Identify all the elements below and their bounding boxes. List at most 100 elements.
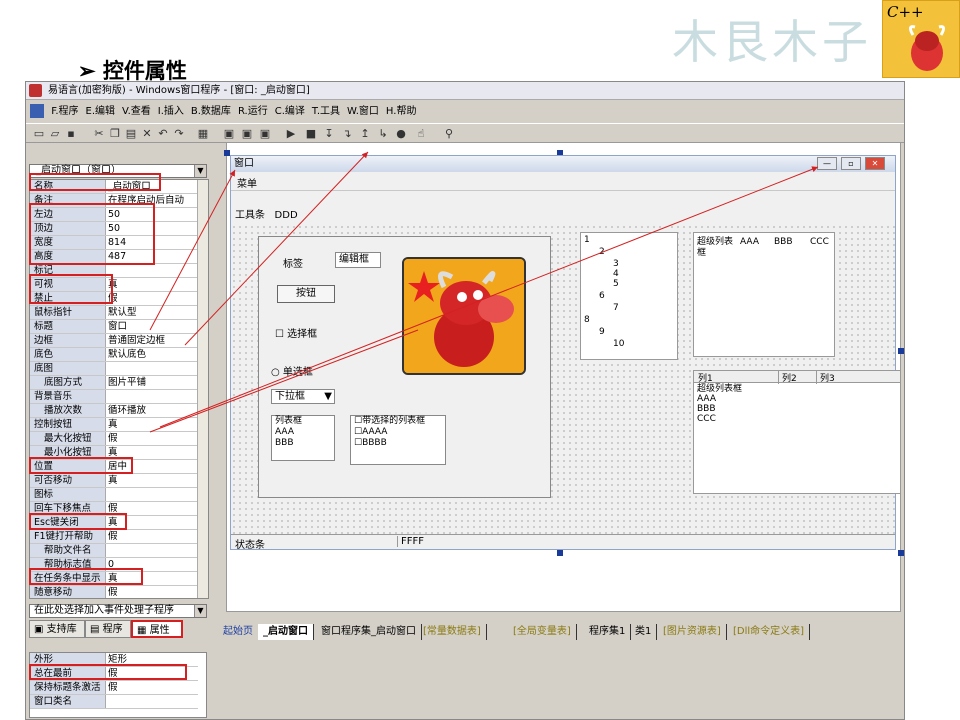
file-tab[interactable]: [图片资源表] — [658, 624, 727, 640]
menu-database[interactable]: B.数据库 — [191, 106, 231, 117]
property-value[interactable]: 默认型 — [108, 306, 198, 319]
property-value[interactable]: 默认底色 — [108, 348, 198, 361]
tree-node[interactable]: 10 — [613, 339, 624, 349]
tree-node[interactable]: 1 — [584, 235, 590, 245]
tree-node[interactable]: 9 — [599, 327, 605, 337]
list-item[interactable]: CCC — [697, 414, 742, 424]
tree-node[interactable]: 8 — [584, 315, 590, 325]
tree-node[interactable]: 2 — [599, 247, 605, 257]
maximize-icon[interactable]: ▫ — [841, 157, 861, 170]
property-row[interactable]: 图标 — [30, 488, 198, 502]
form-menu[interactable]: 菜单 — [237, 175, 257, 190]
menu-insert[interactable]: I.插入 — [158, 106, 184, 117]
tree-node[interactable]: 4 — [613, 269, 619, 279]
property-row[interactable]: 底色 默认底色 — [30, 348, 198, 362]
tree-node[interactable]: 3 — [613, 259, 619, 269]
button-control[interactable]: 按钮 — [277, 285, 335, 303]
file-tab[interactable]: _启动窗口 — [258, 624, 314, 640]
menu-help[interactable]: H.帮助 — [386, 106, 417, 117]
layout1-icon[interactable]: ▣ — [222, 127, 236, 140]
property-row[interactable]: 播放次数 循环播放 — [30, 404, 198, 418]
property-value[interactable]: 假 — [108, 432, 198, 445]
radio-control[interactable]: ○ 单选框 — [271, 363, 313, 378]
open-icon[interactable]: ▱ — [48, 127, 62, 140]
tab-program[interactable]: ▤ 程序 — [85, 620, 131, 638]
tree-node[interactable]: 7 — [613, 303, 619, 313]
label-control[interactable]: 标签 — [283, 255, 303, 270]
chevron-down-icon[interactable]: ▼ — [194, 605, 206, 617]
property-row[interactable]: 帮助文件名 — [30, 544, 198, 558]
property-row[interactable]: 保持标题条激活假 — [30, 681, 198, 695]
property-row[interactable]: 背景音乐 — [30, 390, 198, 404]
checkbox-control[interactable]: ☐ 选择框 — [275, 325, 317, 340]
file-tab[interactable]: 窗口程序集_启动窗口 — [316, 624, 422, 640]
list-item[interactable]: 超级列表框 — [697, 384, 742, 394]
super-list-box[interactable]: 超级列表框 AAA BBB CCC — [693, 232, 835, 357]
list-item[interactable]: AAA — [697, 394, 742, 404]
property-value[interactable]: 假 — [108, 530, 198, 543]
file-tab[interactable]: 程序集1 — [584, 624, 632, 640]
file-tab[interactable]: [全局变量表] — [508, 624, 577, 640]
step-icon[interactable]: ↧ — [322, 127, 336, 140]
property-row[interactable]: 标题 窗口 — [30, 320, 198, 334]
resize-handle[interactable] — [557, 550, 563, 556]
redo-icon[interactable]: ↷ — [172, 127, 186, 140]
run-to-icon[interactable]: ↳ — [376, 127, 390, 140]
edit-box[interactable]: 编辑框 — [335, 252, 381, 268]
tree-node[interactable]: 6 — [599, 291, 605, 301]
property-value[interactable]: 真 — [108, 418, 198, 431]
tab-library[interactable]: ▣ 支持库 — [29, 620, 85, 638]
tree-node[interactable]: 5 — [613, 279, 619, 289]
layout3-icon[interactable]: ▣ — [258, 127, 272, 140]
minimize-icon[interactable]: — — [817, 157, 837, 170]
cut-icon[interactable]: ✂ — [92, 127, 106, 140]
column-header[interactable]: 列1 — [698, 371, 713, 384]
property-row[interactable]: 可否移动真 — [30, 474, 198, 488]
save-icon[interactable]: ▪ — [64, 127, 78, 140]
find-icon[interactable]: ▦ — [196, 127, 210, 140]
menu-edit[interactable]: E.编辑 — [86, 106, 116, 117]
property-row[interactable]: 随意移动假 — [30, 586, 198, 598]
menu-window[interactable]: W.窗口 — [347, 106, 379, 117]
menu-tools[interactable]: T.工具 — [312, 106, 340, 117]
paste-icon[interactable]: ▤ — [124, 127, 138, 140]
resize-handle[interactable] — [898, 550, 904, 556]
column-header[interactable]: 列3 — [816, 371, 835, 384]
step-out-icon[interactable]: ↥ — [358, 127, 372, 140]
form-window[interactable]: 窗口 — ▫ ✕ 菜单 工具条 DDD 标签 编辑框 按钮 ☐ 选择框 ○ 单选… — [230, 155, 901, 551]
column-header[interactable]: 列2 — [778, 371, 797, 384]
list-item[interactable]: BBB — [697, 404, 742, 414]
property-value[interactable]: 窗口 — [108, 320, 198, 333]
picture-box[interactable] — [402, 257, 526, 375]
property-value[interactable]: 真 — [108, 278, 198, 291]
form-toolbar[interactable]: 工具条 DDD — [235, 206, 298, 221]
property-row[interactable]: 鼠标指针 默认型 — [30, 306, 198, 320]
chevron-down-icon[interactable]: ▼ — [324, 390, 332, 403]
property-scrollbar[interactable] — [197, 180, 208, 598]
step-into-icon[interactable]: ↴ — [340, 127, 354, 140]
delete-icon[interactable]: ✕ — [140, 127, 154, 140]
property-value[interactable]: 普通固定边框 — [108, 334, 198, 347]
resize-handle[interactable] — [898, 348, 904, 354]
layout2-icon[interactable]: ▣ — [240, 127, 254, 140]
container-panel[interactable]: 标签 编辑框 按钮 ☐ 选择框 ○ 单选框 下拉框 ▼ 列表框 AAA BBB ☐带选… — [258, 236, 551, 498]
undo-icon[interactable]: ↶ — [156, 127, 170, 140]
close-icon[interactable]: ✕ — [865, 157, 885, 170]
property-row[interactable]: 边框 普通固定边框 — [30, 334, 198, 348]
property-value[interactable]: 假 — [108, 681, 198, 694]
property-row[interactable]: 控制按钮真 — [30, 418, 198, 432]
property-row[interactable]: 底图 — [30, 362, 198, 376]
tab-properties[interactable]: ▦ 属性 — [131, 620, 183, 638]
property-row[interactable]: 最大化按钮假 — [30, 432, 198, 446]
breakpoint-icon[interactable]: ● — [394, 127, 408, 140]
property-row[interactable]: F1键打开帮助假 — [30, 530, 198, 544]
property-value[interactable]: 循环播放 — [108, 404, 198, 417]
checked-list-box[interactable]: ☐带选择的列表框 ☐AAAA ☐BBBB — [350, 415, 446, 465]
list-box[interactable]: 列表框 AAA BBB — [271, 415, 335, 461]
property-value[interactable]: 假 — [108, 586, 198, 598]
menu-program[interactable]: F.程序 — [51, 106, 78, 117]
file-tab[interactable]: [常量数据表] — [418, 624, 487, 640]
list-view[interactable]: 列1 列2 列3 超级列表框 AAA BBB CCC — [693, 370, 901, 494]
property-row[interactable]: 底图方式 图片平铺 — [30, 376, 198, 390]
hand-icon[interactable]: ☝ — [414, 127, 428, 140]
